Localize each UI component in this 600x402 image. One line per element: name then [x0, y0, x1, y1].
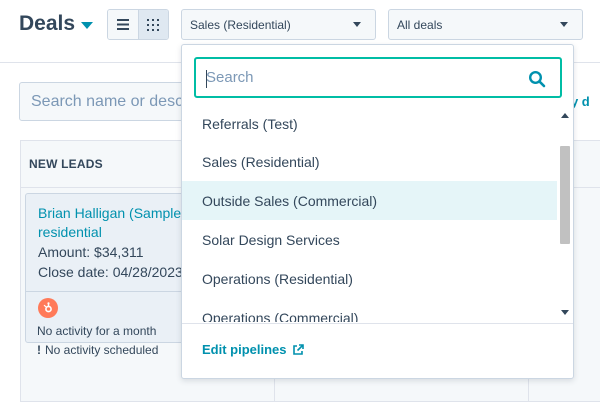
deal-card-title[interactable]: Brian Halligan (Sample residential	[38, 204, 203, 242]
edit-pipelines-label: Edit pipelines	[202, 342, 287, 357]
text-cursor	[206, 70, 207, 88]
board-view-button[interactable]	[137, 10, 168, 39]
card-divider	[26, 291, 199, 292]
scroll-up-arrow-icon[interactable]	[561, 113, 569, 118]
external-link-icon	[292, 343, 304, 355]
hubspot-owner-icon	[38, 298, 58, 318]
pipeline-option[interactable]: Operations (Commercial)	[182, 298, 557, 323]
pipeline-search-field[interactable]	[194, 57, 562, 98]
pipeline-dropdown-menu: Referrals (Test) Sales (Residential) Out…	[181, 44, 574, 379]
list-view-icon	[116, 19, 129, 30]
deal-search-input[interactable]: Search name or desc	[19, 82, 189, 121]
pipeline-option[interactable]: Referrals (Test)	[182, 105, 557, 142]
deal-card-amount: Amount: $34,311	[38, 244, 144, 260]
pipeline-option[interactable]: Solar Design Services	[182, 220, 557, 259]
pipeline-select-value: Sales (Residential)	[190, 17, 291, 32]
scheduled-status: ! No activity scheduled	[37, 343, 158, 357]
scheduled-status-text: No activity scheduled	[45, 343, 159, 357]
deal-card-close-date: Close date: 04/28/2023	[38, 264, 183, 280]
pipeline-option[interactable]: Outside Sales (Commercial)	[182, 181, 557, 220]
edit-pipelines-link[interactable]: Edit pipelines	[202, 342, 304, 357]
pipeline-select[interactable]: Sales (Residential)	[181, 9, 376, 40]
chevron-down-icon	[560, 22, 568, 27]
board-view-icon	[147, 18, 160, 31]
options-scrollbar[interactable]	[558, 106, 572, 321]
list-view-button[interactable]	[108, 10, 138, 39]
scroll-down-arrow-icon[interactable]	[561, 310, 569, 315]
pipeline-search-input[interactable]	[206, 69, 516, 86]
pipeline-option[interactable]: Operations (Residential)	[182, 259, 557, 298]
deal-search-placeholder: Search name or desc	[31, 92, 184, 110]
pipeline-option[interactable]: Sales (Residential)	[182, 142, 557, 181]
search-icon[interactable]	[528, 70, 546, 88]
view-toggle	[107, 9, 169, 40]
deals-title-dropdown[interactable]: Deals	[19, 11, 94, 37]
pipeline-options-list: Referrals (Test) Sales (Residential) Out…	[182, 105, 557, 322]
scrollbar-thumb[interactable]	[560, 146, 570, 244]
deal-filter-select-value: All deals	[397, 17, 443, 32]
activity-status: No activity for a month	[37, 324, 157, 338]
chevron-down-icon	[353, 22, 361, 27]
warning-icon: !	[37, 343, 41, 357]
caret-down-icon	[81, 21, 94, 29]
dropdown-footer-divider	[182, 323, 573, 324]
page-title: Deals	[19, 12, 76, 35]
deal-card[interactable]: Brian Halligan (Sample residential Amoun…	[25, 193, 203, 357]
deal-filter-select[interactable]: All deals	[388, 9, 583, 40]
